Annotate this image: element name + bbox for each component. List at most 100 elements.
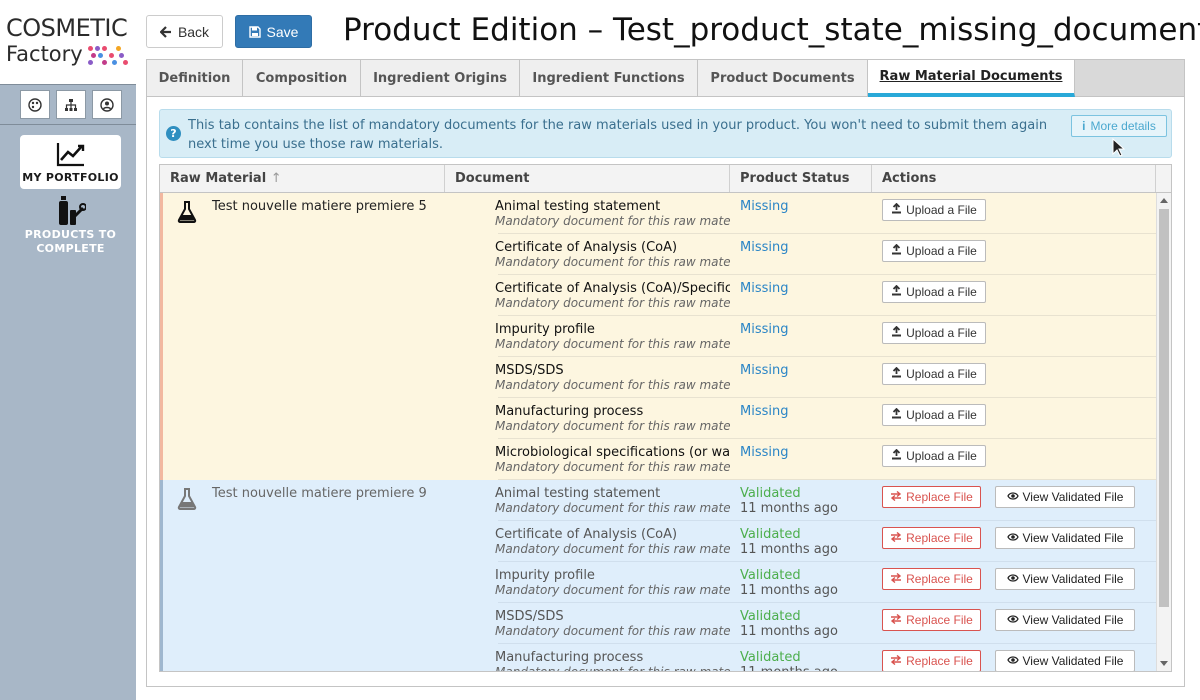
tab-ingredient-origins[interactable]: Ingredient Origins (361, 60, 520, 96)
view-validated-file-button[interactable]: View Validated File (995, 568, 1135, 590)
view-validated-file-button[interactable]: View Validated File (995, 609, 1135, 631)
status-missing-link[interactable]: Missing (740, 281, 788, 296)
document-name: Animal testing statement (495, 486, 661, 501)
raw-material-name: Test nouvelle matiere premiere 5 (212, 199, 427, 214)
upload-file-button[interactable]: Upload a File (882, 281, 986, 303)
flask-icon (176, 488, 198, 514)
document-cell: Certificate of Analysis (CoA) Mandatory d… (495, 240, 730, 270)
document-name: Impurity profile (495, 322, 595, 337)
table-row: Impurity profile Mandatory document for t… (160, 316, 1156, 357)
sitemap-icon[interactable] (56, 90, 86, 119)
view-validated-file-button[interactable]: View Validated File (995, 486, 1135, 508)
scroll-thumb[interactable] (1159, 209, 1169, 607)
flask-icon (176, 201, 198, 227)
tab-definition[interactable]: Definition (147, 60, 243, 96)
scroll-up-icon[interactable] (1160, 198, 1168, 203)
replace-file-button[interactable]: Replace File (882, 609, 981, 631)
back-button[interactable]: Back (146, 15, 223, 48)
nav-products-label: PRODUCTS TO COMPLETE (24, 228, 117, 255)
tab-raw-material-documents[interactable]: Raw Material Documents (868, 60, 1075, 97)
sidebar-iconbar (0, 84, 136, 125)
view-validated-file-button[interactable]: View Validated File (995, 527, 1135, 549)
document-name: Manufacturing process (495, 650, 644, 665)
replace-file-button[interactable]: Replace File (882, 527, 981, 549)
status-missing-link[interactable]: Missing (740, 199, 788, 214)
sidebar: COSMETIC Factory MY PORTFOLIO PRODUCTS T… (0, 0, 136, 700)
upload-file-button[interactable]: Upload a File (882, 404, 986, 426)
table-row: MSDS/SDS Mandatory document for this raw … (160, 357, 1156, 398)
table-row: MSDS/SDS Mandatory document for this raw … (160, 603, 1156, 644)
save-button[interactable]: Save (235, 15, 312, 48)
nav-my-portfolio[interactable]: MY PORTFOLIO (20, 135, 121, 189)
document-cell: Microbiological specifications (or wa Man… (495, 445, 730, 475)
status-missing-link[interactable]: Missing (740, 363, 788, 378)
upload-file-button[interactable]: Upload a File (882, 363, 986, 385)
exchange-icon (890, 490, 902, 504)
table-row: Microbiological specifications (or wa Man… (160, 439, 1156, 480)
document-name: Certificate of Analysis (CoA) (495, 240, 678, 255)
document-subtitle: Mandatory document for this raw mater (495, 337, 730, 351)
column-header-document[interactable]: Document (445, 165, 730, 192)
replace-file-button[interactable]: Replace File (882, 568, 981, 590)
upload-icon (891, 366, 902, 381)
more-details-button[interactable]: i More details (1071, 115, 1167, 137)
exchange-icon (890, 654, 902, 668)
info-text: This tab contains the list of mandatory … (188, 118, 1048, 152)
upload-file-button[interactable]: Upload a File (882, 240, 986, 262)
status-validated: Validated11 months ago (740, 609, 838, 639)
document-name: MSDS/SDS (495, 609, 564, 624)
bottles-wrench-icon (59, 196, 86, 225)
document-subtitle: Mandatory document for this raw mater (495, 255, 730, 269)
question-circle-icon: ? (166, 126, 181, 141)
tab-ingredient-functions[interactable]: Ingredient Functions (520, 60, 698, 96)
document-subtitle: Mandatory document for this raw mater (495, 378, 730, 392)
table-row: Test nouvelle matiere premiere 5 Animal t… (160, 193, 1156, 234)
upload-icon (891, 243, 902, 258)
raw-material-name: Test nouvelle matiere premiere 9 (212, 486, 427, 501)
line-chart-icon (56, 143, 85, 167)
table-row: Certificate of Analysis (CoA) Mandatory d… (160, 521, 1156, 562)
column-header-product-status[interactable]: Product Status (730, 165, 872, 192)
column-header-raw-material[interactable]: Raw Material ↑ (160, 165, 445, 192)
status-missing-link[interactable]: Missing (740, 322, 788, 337)
eye-icon (1006, 572, 1019, 586)
table-scrollbar[interactable] (1156, 193, 1171, 671)
table-body: Test nouvelle matiere premiere 5 Animal t… (160, 193, 1156, 671)
document-cell: Impurity profile Mandatory document for t… (495, 568, 730, 598)
status-missing-link[interactable]: Missing (740, 404, 788, 419)
user-circle-icon[interactable] (92, 90, 122, 119)
view-validated-file-button[interactable]: View Validated File (995, 650, 1135, 671)
replace-file-button[interactable]: Replace File (882, 650, 981, 671)
upload-icon (891, 325, 902, 340)
eye-icon (1006, 654, 1019, 668)
upload-icon (891, 448, 902, 463)
table-row: Certificate of Analysis (CoA)/Specific Ma… (160, 275, 1156, 316)
edition-panel: Definition Composition Ingredient Origin… (146, 59, 1185, 687)
document-subtitle: Mandatory document for this raw mater (495, 419, 730, 433)
status-validated: Validated11 months ago (740, 650, 838, 671)
brand-logo[interactable]: COSMETIC Factory (0, 0, 136, 84)
status-missing-link[interactable]: Missing (740, 240, 788, 255)
scroll-down-icon[interactable] (1160, 661, 1168, 666)
upload-file-button[interactable]: Upload a File (882, 199, 986, 221)
document-cell: Animal testing statement Mandatory docume… (495, 199, 730, 229)
table-row: Manufacturing processMandatory document … (160, 398, 1156, 439)
upload-file-button[interactable]: Upload a File (882, 322, 986, 344)
tab-product-documents[interactable]: Product Documents (698, 60, 868, 96)
status-missing-link[interactable]: Missing (740, 445, 788, 460)
nav-products-to-complete[interactable]: PRODUCTS TO COMPLETE (20, 194, 121, 260)
tab-composition[interactable]: Composition (243, 60, 361, 96)
logo-dots-icon (86, 44, 130, 66)
table-row: Impurity profile Mandatory document for t… (160, 562, 1156, 603)
document-name: Manufacturing process (495, 404, 644, 419)
document-subtitle: Mandatory document for this raw mater (495, 542, 730, 556)
document-name: Certificate of Analysis (CoA) (495, 527, 678, 542)
document-subtitle: Mandatory document for this raw mater (495, 214, 730, 228)
table-row: Test nouvelle matiere premiere 9 Animal t… (160, 480, 1156, 521)
replace-file-button[interactable]: Replace File (882, 486, 981, 508)
palette-icon[interactable] (20, 90, 50, 119)
status-validated: Validated11 months ago (740, 486, 838, 516)
document-subtitle: Mandatory document for this raw mater (495, 501, 730, 515)
upload-file-button[interactable]: Upload a File (882, 445, 986, 467)
arrow-left-icon (159, 25, 171, 38)
